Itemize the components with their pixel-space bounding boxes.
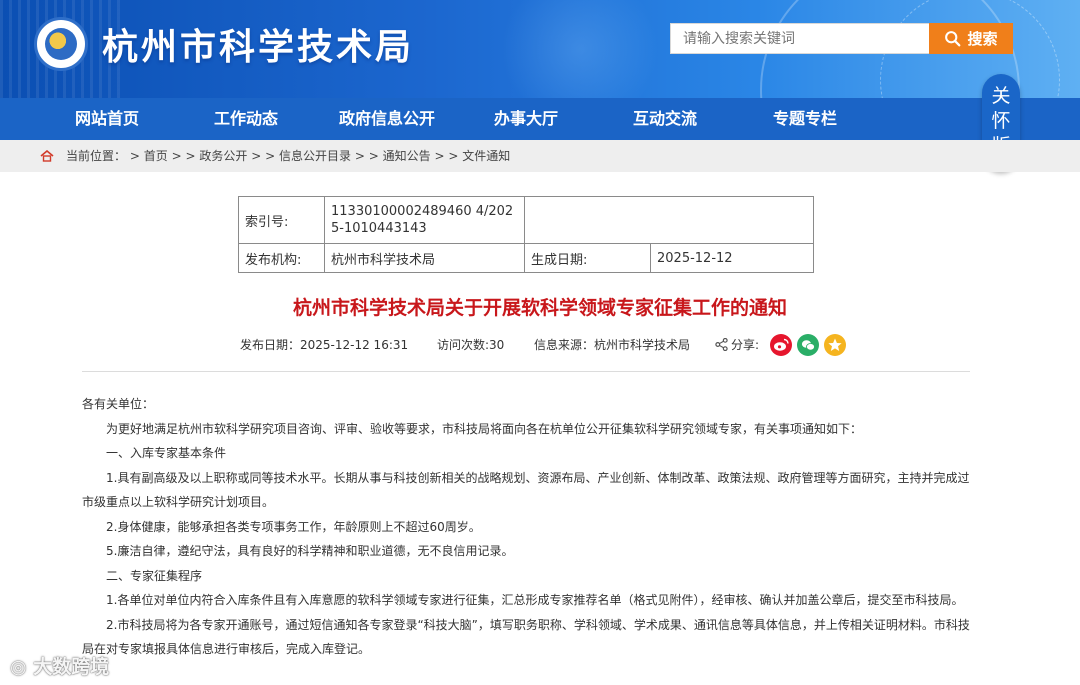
breadcrumb-separator: >: [265, 149, 276, 163]
home-icon: [40, 150, 54, 162]
share-area: 分享:: [715, 335, 759, 355]
watermark-text: 大数跨境: [33, 656, 110, 678]
procedure-1: 1.各单位对单位内符合入库条件且有入库意愿的软科学领域专家进行征集，汇总形成专家…: [106, 593, 964, 607]
watermark: ◎ 大数跨境: [10, 652, 109, 679]
breadcrumb-item-notices[interactable]: 通知公告: [383, 149, 431, 163]
article-title: 杭州市科学技术局关于开展软科学领域专家征集工作的通知: [292, 297, 787, 319]
breadcrumb: 当前位置： > 首页 > > 政务公开 > > 信息公开目录 > > 通知公告 …: [0, 140, 1080, 172]
date-value: 2025-12-12: [650, 243, 814, 273]
header-decoration: [480, 0, 680, 98]
info-source: 信息来源：杭州市科学技术局: [534, 338, 691, 352]
search-button-label: 搜索: [967, 30, 998, 48]
main-nav: 网站首页 工作动态 政府信息公开 办事大厅 互动交流 专题专栏: [0, 98, 1080, 140]
index-label: 索引号:: [238, 196, 325, 244]
breadcrumb-separator: >: [434, 149, 445, 163]
condition-5: 5.廉洁自律，遵纪守法，具有良好的科学精神和职业道德，无不良信用记录。: [106, 544, 514, 558]
nav-service-hall[interactable]: 办事大厅: [494, 98, 558, 140]
condition-1: 1.具有副高级及以上职称或同等技术水平。长期从事与科技创新相关的战略规划、资源布…: [82, 470, 970, 510]
search-input[interactable]: [671, 24, 929, 53]
procedure-2: 2.市科技局将为各专家开通账号，通过短信通知各专家登录“科技大脑”，填写职务职称…: [82, 617, 970, 657]
breadcrumb-label: 当前位置：: [66, 149, 127, 163]
site-logo[interactable]: [34, 17, 88, 71]
nav-gov-info[interactable]: 政府信息公开: [339, 98, 435, 140]
breadcrumb-item-home[interactable]: 首页: [144, 149, 168, 163]
breadcrumb-item-file-notices[interactable]: 文件通知: [462, 149, 510, 163]
nav-home[interactable]: 网站首页: [75, 98, 139, 140]
favorite-share-icon[interactable]: [824, 334, 846, 356]
wechat-share-icon[interactable]: [797, 334, 819, 356]
breadcrumb-separator: >: [368, 149, 379, 163]
content-divider: [82, 371, 970, 372]
section-heading-2: 二、专家征集程序: [106, 568, 203, 583]
nav-special-topics[interactable]: 专题专栏: [773, 98, 837, 140]
breadcrumb-separator: >: [354, 149, 365, 163]
breadcrumb-item-info-catalog[interactable]: 信息公开目录: [279, 149, 351, 163]
document-meta-table: 索引号: 11330100002489460 4/2025-1010443143…: [238, 196, 814, 273]
publisher-label: 发布机构:: [238, 243, 325, 273]
search-button[interactable]: 搜索: [929, 23, 1013, 54]
share-label: 分享:: [731, 338, 760, 352]
article-body: 各有关单位： 为更好地满足杭州市软科学研究项目咨询、评审、验收等要求，市科技局将…: [82, 392, 970, 662]
index-value: 11330100002489460 4/2025-1010443143: [324, 196, 525, 244]
publisher-value: 杭州市科学技术局: [324, 243, 525, 273]
nav-interaction[interactable]: 互动交流: [633, 98, 697, 140]
publish-date: 发布日期：2025-12-12 16:31: [240, 338, 409, 352]
breadcrumb-separator: >: [129, 149, 140, 163]
breadcrumb-separator: >: [185, 149, 196, 163]
breadcrumb-separator: >: [171, 149, 182, 163]
search-icon: [945, 31, 961, 47]
section-heading-1: 一、入库专家基本条件: [106, 446, 227, 460]
search-box: [670, 23, 930, 54]
breadcrumb-separator: >: [448, 149, 459, 163]
weibo-watermark-icon: ◎: [10, 656, 34, 678]
intro-paragraph: 为更好地满足杭州市软科学研究项目咨询、评审、验收等要求，市科技局将面向各在杭单位…: [106, 421, 863, 436]
site-title[interactable]: 杭州市科学技术局: [102, 18, 414, 70]
breadcrumb-separator: >: [251, 149, 262, 163]
nav-work-news[interactable]: 工作动态: [214, 98, 278, 140]
share-icon: [715, 337, 728, 352]
weibo-share-icon[interactable]: [770, 334, 792, 356]
meta-empty-cell: [524, 196, 814, 244]
visit-count: 访问次数:30: [437, 338, 505, 352]
salutation: 各有关单位：: [82, 397, 155, 411]
date-label: 生成日期:: [524, 243, 651, 273]
condition-2: 2.身体健康，能够承担各类专项事务工作，年龄原则上不超过60周岁。: [106, 519, 481, 534]
breadcrumb-item-gov-affairs[interactable]: 政务公开: [199, 149, 247, 163]
